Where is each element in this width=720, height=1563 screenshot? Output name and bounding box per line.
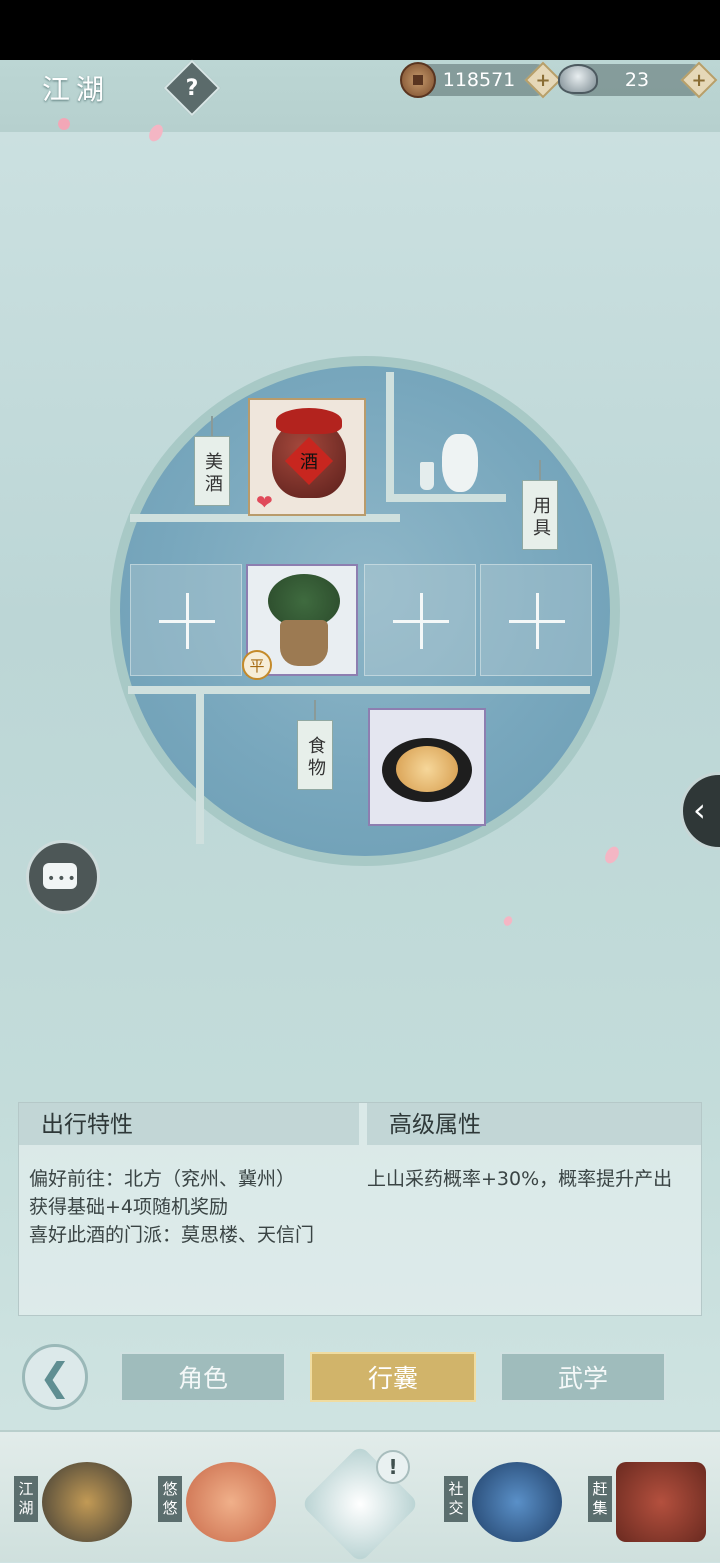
status-bar [0, 0, 720, 60]
jar-label-text: 酒 [300, 452, 318, 473]
jar-label: 酒 [284, 436, 334, 486]
travel-traits-list: 偏好前往：北方（兖州、冀州） 获得基础+4项随机奖励 喜好此酒的门派：莫思楼、天… [29, 1165, 314, 1249]
advanced-attributes-header: 高级属性 [367, 1103, 701, 1145]
empty-slot[interactable] [364, 564, 476, 676]
nav-label: 江湖 [14, 1476, 38, 1522]
plus-icon [536, 593, 539, 649]
back-button[interactable]: ❮ [22, 1344, 88, 1410]
tab-bag[interactable]: 行囊 [310, 1352, 476, 1402]
chat-button[interactable]: ••• [26, 840, 100, 914]
trait-line: 获得基础+4项随机奖励 [29, 1196, 229, 1218]
plus-icon: + [535, 69, 551, 91]
vase-icon [442, 434, 478, 492]
side-expand-button[interactable]: ‹ [680, 772, 720, 850]
wine-category-tag: 美酒 [194, 436, 230, 506]
back-arrow-icon: ❮ [39, 1355, 71, 1399]
shelf-divider [386, 372, 394, 502]
copper-amount: 118571 [442, 69, 516, 91]
nav-label: 赶集 [588, 1476, 612, 1522]
plus-icon: + [691, 69, 707, 91]
herb-item-slot[interactable]: 平 [242, 564, 358, 680]
tab-character[interactable]: 角色 [120, 1352, 286, 1402]
nav-label: 社交 [444, 1476, 468, 1522]
petal-decoration [602, 844, 622, 866]
nav-social[interactable]: 社交 [444, 1446, 574, 1554]
attribute-line: 上山采药概率+30%，概率提升产出 [367, 1168, 673, 1190]
jar-lid [276, 408, 342, 434]
copper-coin-icon [400, 62, 436, 98]
noodle-plate-icon [396, 746, 458, 792]
market-basket-icon [616, 1462, 706, 1542]
tools-category-tag: 用具 [522, 480, 558, 550]
empty-slot[interactable] [480, 564, 592, 676]
heart-icon: ❤ [256, 490, 273, 514]
shelf-divider [128, 686, 590, 694]
swallow-bird-icon [186, 1462, 276, 1542]
blossom-decoration [58, 118, 70, 130]
tag-string [314, 700, 316, 722]
petal-decoration [502, 914, 514, 928]
plus-icon [186, 593, 189, 649]
info-panel: 出行特性 高级属性 偏好前往：北方（兖州、冀州） 获得基础+4项随机奖励 喜好此… [18, 1102, 702, 1316]
tag-string [539, 460, 541, 482]
travel-traits-header: 出行特性 [19, 1103, 359, 1145]
wine-item-slot[interactable]: 酒 ❤ [248, 398, 366, 516]
chat-dots-icon: ••• [47, 871, 78, 887]
silver-currency: 23 + [558, 61, 718, 99]
silver-ingot-icon [558, 64, 598, 94]
food-item-slot[interactable] [368, 708, 486, 826]
alert-badge: ! [376, 1450, 410, 1484]
nav-market[interactable]: 赶集 [588, 1446, 718, 1554]
herb-basket-icon [280, 620, 328, 666]
jianghu-hat-icon [42, 1462, 132, 1542]
copper-currency: 118571 + [400, 61, 562, 99]
wine-cup-icon [420, 462, 434, 490]
silver-amount: 23 [624, 69, 650, 91]
shelf-divider [196, 694, 204, 844]
trait-line: 偏好前往：北方（兖州、冀州） [29, 1168, 296, 1190]
advanced-attributes-list: 上山采药概率+30%，概率提升产出 [367, 1165, 672, 1193]
plus-icon [420, 593, 423, 649]
nav-label: 悠悠 [158, 1476, 182, 1522]
food-category-tag: 食物 [297, 720, 333, 790]
help-icon: ? [185, 75, 199, 101]
empty-slot[interactable] [130, 564, 242, 676]
trait-line: 喜好此酒的门派：莫思楼、天信门 [29, 1224, 315, 1246]
quality-badge: 平 [242, 650, 272, 680]
tag-string [211, 416, 213, 438]
nav-youyou[interactable]: 悠悠 [158, 1446, 288, 1554]
tab-martial-arts[interactable]: 武学 [500, 1352, 666, 1402]
page-title: 江湖 [42, 73, 111, 106]
chevron-left-icon: ‹ [693, 791, 706, 829]
nav-jianghu[interactable]: 江湖 [14, 1446, 144, 1554]
wave-bowl-icon [472, 1462, 562, 1542]
shelf-divider [386, 494, 506, 502]
